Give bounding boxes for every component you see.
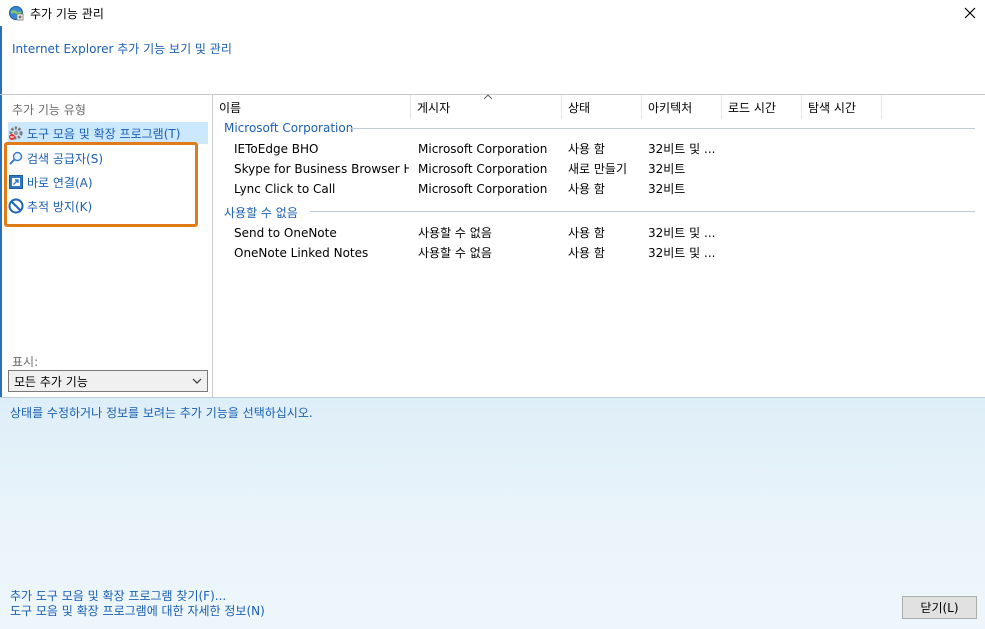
addon-list: 이름 게시자 상태 아키텍처 로드 시간 탐색 시간 Microsoft Cor… xyxy=(213,94,985,397)
column-header-label: 탐색 시간 xyxy=(808,100,856,115)
gear-icon xyxy=(9,126,23,140)
close-window-button[interactable] xyxy=(955,0,985,26)
table-row[interactable]: OneNote Linked Notes 사용할 수 없음 사용 함 32비트 … xyxy=(213,243,985,263)
window-title: 추가 기능 관리 xyxy=(30,7,104,21)
header-area: Internet Explorer 추가 기능 보기 및 관리 xyxy=(0,26,985,94)
row-architecture: 32비트 및 ... xyxy=(648,246,716,260)
row-name: Skype for Business Browser He... xyxy=(234,162,409,176)
close-button[interactable]: 닫기(L) xyxy=(902,596,977,619)
row-publisher: 사용할 수 없음 xyxy=(418,226,492,240)
column-header-label: 이름 xyxy=(219,100,242,115)
close-icon xyxy=(964,7,976,19)
table-row[interactable]: Lync Click to Call Microsoft Corporation… xyxy=(213,179,985,199)
table-row[interactable]: Send to OneNote 사용할 수 없음 사용 함 32비트 및 ... xyxy=(213,223,985,243)
row-name: IEToEdge BHO xyxy=(234,142,319,156)
ie-globe-icon xyxy=(9,6,24,21)
column-header-name[interactable]: 이름 xyxy=(213,95,411,119)
addon-type-pane: 추가 기능 유형 도구 모음 및 확장 프로그램(T) 검색 공급자(S) 바로… xyxy=(0,95,212,397)
row-architecture: 32비트 xyxy=(648,162,686,176)
chevron-down-icon xyxy=(192,378,202,384)
row-status: 사용 함 xyxy=(568,246,605,260)
row-architecture: 32비트 xyxy=(648,182,686,196)
row-name: OneNote Linked Notes xyxy=(234,246,369,260)
row-status: 새로 만들기 xyxy=(568,162,628,176)
row-publisher: Microsoft Corporation xyxy=(418,142,548,156)
sort-ascending-icon xyxy=(483,94,493,100)
row-status: 사용 함 xyxy=(568,142,605,156)
addon-type-label: 추가 기능 유형 xyxy=(12,103,86,117)
row-status: 사용 함 xyxy=(568,182,605,196)
page-subtitle: Internet Explorer 추가 기능 보기 및 관리 xyxy=(12,42,232,56)
row-publisher: Microsoft Corporation xyxy=(418,162,548,176)
details-pane: 상태를 수정하거나 정보를 보려는 추가 기능을 선택하십시오. 추가 도구 모… xyxy=(0,397,985,629)
show-label: 표시: xyxy=(12,355,39,369)
group-divider xyxy=(310,211,975,212)
show-filter-value: 모든 추가 기능 xyxy=(14,374,88,389)
group-header-unavailable[interactable]: 사용할 수 없음 xyxy=(224,204,298,221)
column-header-label: 로드 시간 xyxy=(728,100,776,115)
title-bar: 추가 기능 관리 xyxy=(0,0,985,26)
group-divider xyxy=(350,128,975,129)
learn-more-toolbars-link[interactable]: 도구 모음 및 확장 프로그램에 대한 자세한 정보(N) xyxy=(10,602,265,619)
column-header-architecture[interactable]: 아키텍처 xyxy=(642,95,722,119)
sidebar-item-toolbars-extensions[interactable]: 도구 모음 및 확장 프로그램(T) xyxy=(8,122,208,144)
column-header-label: 상태 xyxy=(568,100,591,115)
column-header-label: 게시자 xyxy=(417,100,451,115)
highlight-box xyxy=(4,142,198,227)
column-header-load-time[interactable]: 로드 시간 xyxy=(722,95,802,119)
column-header-status[interactable]: 상태 xyxy=(562,95,642,119)
row-name: Send to OneNote xyxy=(234,226,337,240)
row-status: 사용 함 xyxy=(568,226,605,240)
row-architecture: 32비트 및 ... xyxy=(648,226,716,240)
table-row[interactable]: Skype for Business Browser He... Microso… xyxy=(213,159,985,179)
row-name: Lync Click to Call xyxy=(234,182,336,196)
details-hint: 상태를 수정하거나 정보를 보려는 추가 기능을 선택하십시오. xyxy=(10,406,313,420)
row-publisher: Microsoft Corporation xyxy=(418,182,548,196)
column-header-navigation-time[interactable]: 탐색 시간 xyxy=(802,95,882,119)
column-header-label: 아키텍처 xyxy=(648,100,693,115)
column-headers: 이름 게시자 상태 아키텍처 로드 시간 탐색 시간 xyxy=(213,94,985,119)
row-publisher: 사용할 수 없음 xyxy=(418,246,492,260)
show-filter-select[interactable]: 모든 추가 기능 xyxy=(8,370,208,392)
table-row[interactable]: IEToEdge BHO Microsoft Corporation 사용 함 … xyxy=(213,139,985,159)
group-header-microsoft[interactable]: Microsoft Corporation xyxy=(224,121,353,135)
sidebar-item-label: 도구 모음 및 확장 프로그램(T) xyxy=(27,126,181,141)
row-architecture: 32비트 및 ... xyxy=(648,142,716,156)
